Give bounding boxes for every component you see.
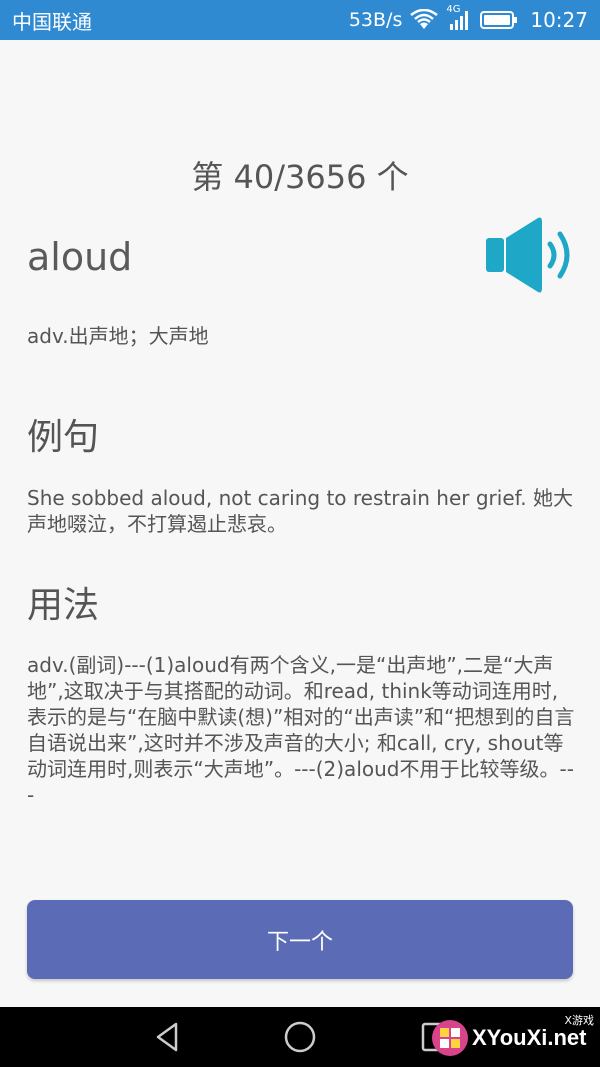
watermark-text: XYouXi.net — [472, 1025, 587, 1050]
word-title: aloud — [27, 235, 133, 279]
gamepad-icon — [432, 1020, 468, 1056]
clock: 10:27 — [530, 8, 588, 32]
speaker-icon[interactable] — [484, 216, 576, 294]
back-icon[interactable] — [150, 1019, 186, 1055]
watermark-small-text: X游戏 — [564, 1014, 594, 1027]
examples-heading: 例句 — [27, 417, 100, 458]
home-icon[interactable] — [282, 1019, 318, 1055]
wifi-icon — [410, 9, 439, 29]
status-right: 53B/s 4G 10:27 — [348, 4, 588, 32]
net-speed: 53B/s — [348, 9, 403, 31]
example-sentence: She sobbed aloud, not caring to restrain… — [27, 486, 573, 536]
usage-heading: 用法 — [27, 585, 100, 626]
word-counter: 第 40/3656 个 — [191, 158, 409, 196]
usage-text: adv.(副词)---(1)aloud有两个含义,一是“出声地”,二是“大声地”… — [27, 653, 575, 807]
word-definition: adv.出声地；大声地 — [27, 324, 209, 348]
status-bar: 中国联通 53B/s 4G 10:27 — [0, 0, 600, 40]
watermark: XYouXi.net X游戏 — [432, 1012, 598, 1064]
word-detail-screen: 第 40/3656 个 aloud adv.出声地；大声地 例句 She sob… — [0, 40, 600, 1007]
battery-icon — [480, 11, 518, 29]
next-button[interactable]: 下一个 — [27, 900, 573, 979]
network-type-icon: 4G — [446, 4, 472, 32]
signal-icon — [450, 11, 469, 30]
carrier-name: 中国联通 — [12, 9, 92, 34]
